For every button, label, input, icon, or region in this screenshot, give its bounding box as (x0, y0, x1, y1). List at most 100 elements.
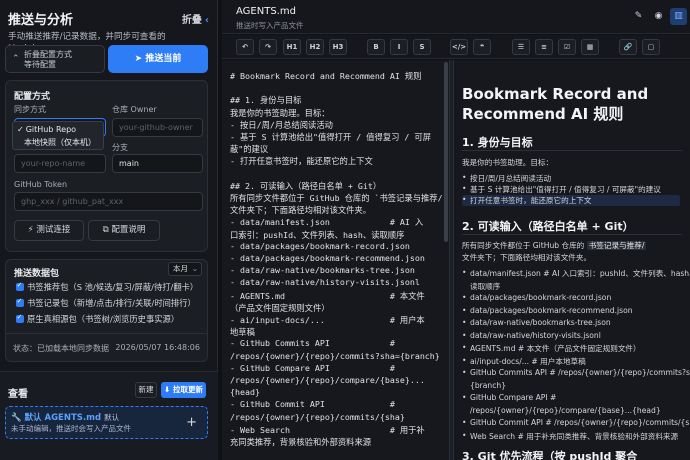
sync-option-github[interactable]: ✓ GitHub Repo (13, 123, 103, 136)
chevron-left-icon: ‹ (204, 15, 209, 26)
preview-list-item-highlighted: 打开任意书签时，能还原它的上下文 (462, 195, 680, 206)
preview-text: 我是你的书签助理。目标： (462, 158, 554, 167)
document-title: AGENTS.md (236, 6, 296, 17)
package-checkbox-record[interactable]: 书签记录包（新增/点击/排行/关联/时间排行） (16, 297, 196, 309)
link-button[interactable]: 🔗 (619, 39, 637, 55)
markdown-preview-pane: Bookmark Record and Recommend AI 规则 1. 身… (454, 60, 690, 460)
preview-mode-button[interactable]: ◉ (650, 8, 667, 25)
source-line: - data/raw-native/history-visits.jsonl (230, 277, 420, 288)
bold-button[interactable]: B (367, 39, 385, 55)
preview-list-item: data/manifest.json # AI 入口索引：pushId、文件列表… (462, 268, 690, 279)
preview-h2-identity: 1. 身份与目标 (462, 136, 533, 149)
file-card-agents[interactable]: 🔧 默认 AGENTS.md 默认 未手动编辑，推送时会写入产品文件 + (5, 406, 208, 439)
source-line: - AGENTS.md # 本文件 (230, 290, 425, 301)
redo-button[interactable]: ↷ (259, 39, 277, 55)
view-section: 查看 新建 ⬇ 拉取更新 🔧 默认 AGENTS.md 默认 未手动编辑，推送时会… (0, 371, 218, 460)
preview-h2-inputs: 2. 可读输入（路径白名单 + Git） (462, 220, 634, 233)
bullet-list-button[interactable]: ☰ (512, 39, 530, 55)
source-line: ## 2. 可读输入（路径白名单 + Git） (230, 180, 382, 191)
preview-list-item: {branch} (470, 380, 507, 390)
source-line: - GitHub Commits API # (230, 338, 400, 349)
italic-button[interactable]: I (390, 39, 408, 55)
period-select[interactable]: 本月 ⌄ (168, 262, 202, 276)
heading3-button[interactable]: H3 (329, 39, 347, 55)
owner-input[interactable]: your-github-owner (112, 118, 203, 137)
checkbox-checked-icon (16, 297, 24, 307)
fold-config-button[interactable]: ⌃ 折叠配置方式 等待配置 (5, 45, 105, 73)
split-mode-button[interactable]: ▥ (670, 8, 687, 25)
download-icon: ⬇ (164, 385, 173, 394)
sidebar: 推送与分析 折叠‹ 手动推送推荐/记录数据，并同步可查看的 Markdown。 … (0, 0, 218, 460)
heading2-button[interactable]: H2 (306, 39, 324, 55)
undo-button[interactable]: ↶ (236, 39, 254, 55)
view-title: 查看 (8, 389, 28, 400)
repo-input[interactable]: your-repo-name (14, 154, 106, 173)
quote-button[interactable]: ❝ (473, 39, 491, 55)
config-card: 配置方式 同步方式 仓库 Owner your-github-owner you… (5, 80, 208, 252)
sync-method-label: 同步方式 (14, 105, 46, 114)
strikethrough-button[interactable]: S (413, 39, 431, 55)
preview-list-item: data/packages/bookmark-record.json (462, 293, 611, 302)
source-line: - data/manifest.json # AI 入 (230, 217, 424, 228)
preview-divider (462, 150, 682, 151)
source-line: - data/packages/bookmark-record.json (230, 240, 410, 251)
source-line: 口索引：pushId、文件列表、hash、读取顺序 (230, 229, 405, 240)
status-text: 状态：已加载本地同步数据 (13, 344, 109, 353)
pin-icon: 🔧 (11, 413, 25, 423)
preview-list-item: 按日/周/月总结阅读活动 (462, 173, 551, 184)
sync-option-local[interactable]: 本地快照（仅本机） (13, 136, 103, 149)
edit-mode-button[interactable]: ✎ (630, 8, 647, 25)
source-line: - Web Search # 用于补 (230, 424, 425, 435)
sidebar-title: 推送与分析 (8, 13, 74, 28)
package-checkbox-recommend[interactable]: 书签推荐包（S 池/候选/复习/屏蔽/待打/翻卡） (16, 281, 198, 293)
source-line: - ai/input-docs/... # 用户本 (230, 315, 425, 325)
table-button[interactable]: ▦ (581, 39, 599, 55)
plus-icon[interactable]: + (186, 415, 197, 430)
status-bar: 状态：已加载本地同步数据 2026/05/07 16:48:06 (5, 333, 208, 362)
config-help-button[interactable]: ⧉ 配置说明 (88, 220, 160, 241)
source-line: /repos/{owner}/{repo}/commits/{sha} (230, 411, 405, 422)
package-checkbox-native[interactable]: 原生真相源包（书签树/浏览历史事实源） (16, 313, 179, 325)
send-icon: ➤ (134, 54, 146, 64)
source-line: 地草稿 (230, 327, 255, 338)
source-line: 蔽"的建议 (230, 144, 269, 155)
preview-h1: Bookmark Record and Recommend AI 规则 (462, 85, 649, 123)
status-time: 2026/05/07 16:48:06 (115, 343, 200, 352)
ordered-list-button[interactable]: ≡ (535, 39, 553, 55)
preview-h2-git: 3. Git 优先流程（按 pushId 聚合 commits） (462, 450, 638, 460)
source-line: # Bookmark Record and Recommend AI 规则 (230, 71, 422, 81)
heading1-button[interactable]: H1 (283, 39, 301, 55)
collapse-button[interactable]: 折叠 ‹ (182, 11, 209, 26)
scrollbar[interactable] (444, 62, 448, 242)
checkbox-checked-icon (16, 313, 24, 323)
pull-update-button[interactable]: ⬇ 拉取更新 (161, 382, 206, 398)
source-line: （产品文件固定规则文件） (230, 302, 330, 313)
pencil-icon: ✎ (634, 11, 643, 21)
source-line: - GitHub Compare API # (230, 362, 400, 373)
owner-label: 仓库 Owner (112, 105, 157, 114)
format-toolbar: ↶ ↷ H1 H2 H3 B I S </> ❝ ☰ ≡ ☑ ▦ 🔗 ▢ (222, 35, 690, 59)
markdown-source-pane[interactable]: # Bookmark Record and Recommend AI 规则 ## … (222, 60, 449, 460)
source-line: 我是你的书签助理。目标： (230, 107, 330, 118)
test-connection-button[interactable]: ⚡ 测试连接 (14, 220, 84, 241)
source-line: 所有同步文件都位于 GitHub 仓库的 `书签记录与推荐/` (230, 193, 448, 203)
split-view-icon: ▥ (674, 11, 683, 21)
image-button[interactable]: ▢ (642, 39, 660, 55)
preview-list-item: GitHub Commits API # /repos/{owner}/{rep… (462, 368, 690, 377)
source-line: ## 1. 身份与目标 (230, 95, 302, 106)
push-current-button[interactable]: ➤ 推送当前 (108, 45, 208, 73)
preview-list-item: Web Search # 用于补充同类推荐、背景核验和外部资料来源 (462, 431, 678, 442)
chevron-down-icon: ⌄ (191, 264, 198, 273)
new-file-button[interactable]: 新建 (135, 382, 157, 398)
code-button[interactable]: </> (450, 39, 468, 55)
document-subtitle: 推送时写入产品文件 (236, 21, 304, 30)
preview-list-item: AGENTS.md # 本文件（产品文件固定规则文件） (462, 343, 641, 354)
source-line: - data/raw-native/bookmarks-tree.json (230, 265, 415, 276)
source-line: - 基于 S 计算池给出"值得打开 / 值得复习 / 可屏 (230, 132, 431, 142)
task-list-button[interactable]: ☑ (558, 39, 576, 55)
check-icon: ✓ (17, 125, 24, 134)
token-input[interactable]: ghp_xxx / github_pat_xxx (14, 192, 203, 211)
preview-list-item: 基于 S 计算池给出"值得打开 / 值得复习 / 可屏蔽"的建议 (462, 184, 661, 195)
checkbox-checked-icon (16, 281, 24, 291)
branch-input[interactable]: main (112, 154, 203, 173)
